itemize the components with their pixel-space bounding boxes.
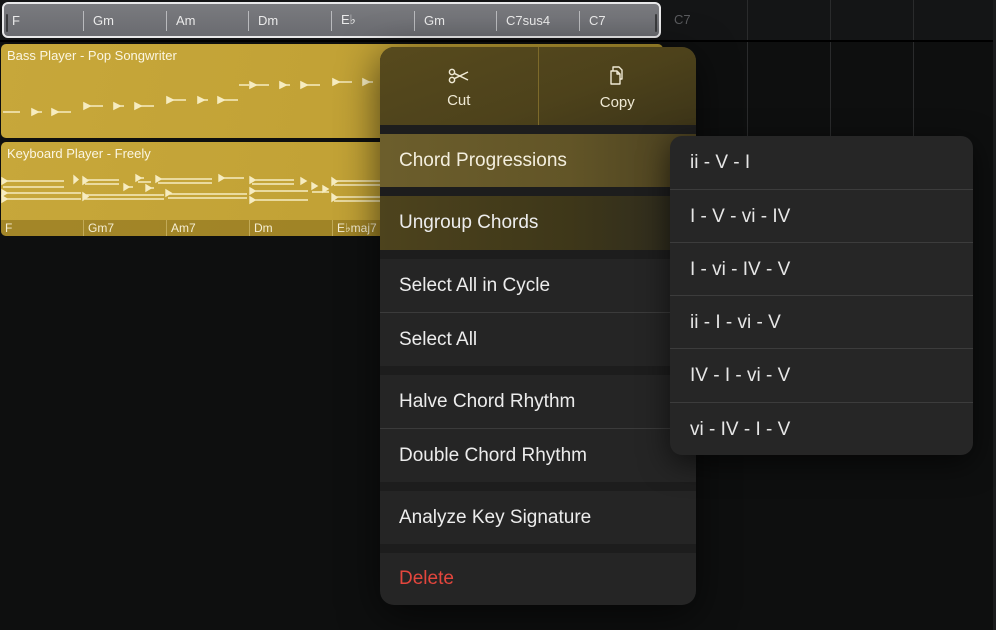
menu-item-label: Delete <box>399 568 454 589</box>
chord-separator <box>83 11 84 31</box>
region-chord: Gm7 <box>83 220 114 236</box>
menu-item-double-chord-rhythm[interactable]: Double Chord Rhythm <box>380 429 696 482</box>
menu-item-chord-progressions[interactable]: Chord Progressions <box>380 134 696 187</box>
chord-cell[interactable]: Am <box>170 4 196 36</box>
chord-separator <box>248 11 249 31</box>
section-gap <box>380 366 696 375</box>
ruler-divider <box>0 40 996 42</box>
menu-item-label: Ungroup Chords <box>399 212 539 233</box>
next-chord-label: C7 <box>674 12 691 27</box>
chord-separator <box>579 11 580 31</box>
scissors-icon <box>448 68 470 88</box>
context-menu: Cut Copy Chord Progressions Ungroup Chor… <box>380 47 696 605</box>
menu-item-label: Double Chord Rhythm <box>399 444 587 466</box>
menu-item-label: Chord Progressions <box>399 149 567 171</box>
chord-cell[interactable]: C7 <box>583 4 606 36</box>
menu-item-label: Select All <box>399 328 478 350</box>
menu-item-select-all[interactable]: Select All <box>380 313 696 366</box>
chord-progressions-submenu: ii - V - I I - V - vi - IV I - vi - IV -… <box>670 136 973 455</box>
menu-item-ungroup-chords[interactable]: Ungroup Chords <box>380 196 696 250</box>
chord-cell[interactable]: Gm <box>418 4 445 36</box>
section-gap <box>380 544 696 553</box>
region-chord: Am7 <box>166 220 196 236</box>
menu-item-label: Analyze Key Signature <box>399 506 592 528</box>
chord-separator <box>331 11 332 31</box>
menu-item-select-all-in-cycle[interactable]: Select All in Cycle <box>380 259 696 312</box>
region-chord: E♭maj7 <box>332 220 377 236</box>
copy-label: Copy <box>599 93 635 111</box>
chord-cell[interactable]: F <box>6 4 20 36</box>
chord-separator <box>496 11 497 31</box>
region-chord: F <box>5 221 13 235</box>
submenu-item[interactable]: I - vi - IV - V <box>670 243 973 296</box>
submenu-item[interactable]: ii - V - I <box>670 136 973 189</box>
region-chord: Dm <box>249 220 273 236</box>
chord-separator <box>414 11 415 31</box>
submenu-item[interactable]: IV - I - vi - V <box>670 349 973 402</box>
right-resize-handle[interactable] <box>655 14 657 32</box>
submenu-item[interactable]: vi - IV - I - V <box>670 403 973 455</box>
chord-cell[interactable]: Gm <box>87 4 114 36</box>
section-gap <box>380 250 696 259</box>
section-gap <box>380 187 696 196</box>
menu-item-label: Halve Chord Rhythm <box>399 390 576 412</box>
menu-item-delete[interactable]: Delete <box>380 553 696 605</box>
chord-cell[interactable]: E♭ <box>335 4 356 36</box>
cut-button[interactable]: Cut <box>380 47 538 125</box>
chord-cell[interactable]: C7sus4 <box>500 4 550 36</box>
cut-label: Cut <box>447 91 471 109</box>
menu-item-halve-chord-rhythm[interactable]: Halve Chord Rhythm <box>380 375 696 428</box>
menu-item-analyze-key-signature[interactable]: Analyze Key Signature <box>380 491 696 544</box>
copy-button[interactable]: Copy <box>539 47 697 125</box>
section-gap <box>380 482 696 491</box>
menu-item-label: Select All in Cycle <box>399 274 551 296</box>
chord-strip[interactable]: F Gm Am Dm E♭ Gm C7sus4 C7 <box>2 2 661 38</box>
chord-separator <box>166 11 167 31</box>
section-gap <box>380 125 696 134</box>
chord-cell[interactable]: Dm <box>252 4 278 36</box>
app-root: F Gm Am Dm E♭ Gm C7sus4 C7 C7 Bass Playe… <box>0 0 996 630</box>
submenu-item[interactable]: I - V - vi - IV <box>670 190 973 243</box>
clipboard-actions: Cut Copy <box>380 47 696 125</box>
submenu-item[interactable]: ii - I - vi - V <box>670 296 973 349</box>
copy-icon <box>608 65 626 90</box>
